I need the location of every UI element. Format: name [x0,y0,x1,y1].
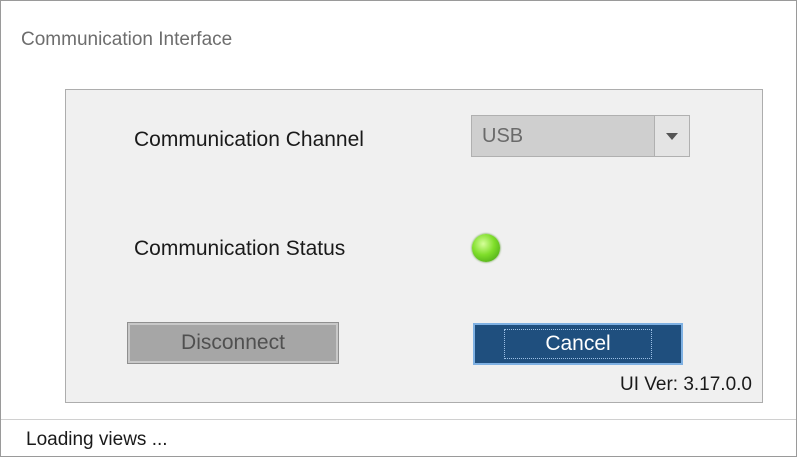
communication-panel: Communication Channel USB Communication … [65,89,763,403]
communication-channel-label: Communication Channel [134,128,364,151]
cancel-button[interactable]: Cancel [473,323,683,365]
status-bar-text: Loading views ... [26,429,168,450]
status-led-icon [472,234,500,262]
chevron-down-icon[interactable] [654,116,689,156]
disconnect-button[interactable]: Disconnect [127,322,339,364]
ui-version-text: UI Ver: 3.17.0.0 [619,374,752,395]
communication-channel-value: USB [482,125,524,147]
disconnect-button-label: Disconnect [181,331,285,354]
window-title: Communication Interface [21,29,233,50]
communication-interface-window: Communication Interface Communication Ch… [0,0,797,457]
communication-status-label: Communication Status [134,237,346,260]
cancel-button-label: Cancel [504,329,652,359]
status-bar: Loading views ... [1,419,796,457]
communication-channel-select[interactable]: USB [471,115,690,157]
